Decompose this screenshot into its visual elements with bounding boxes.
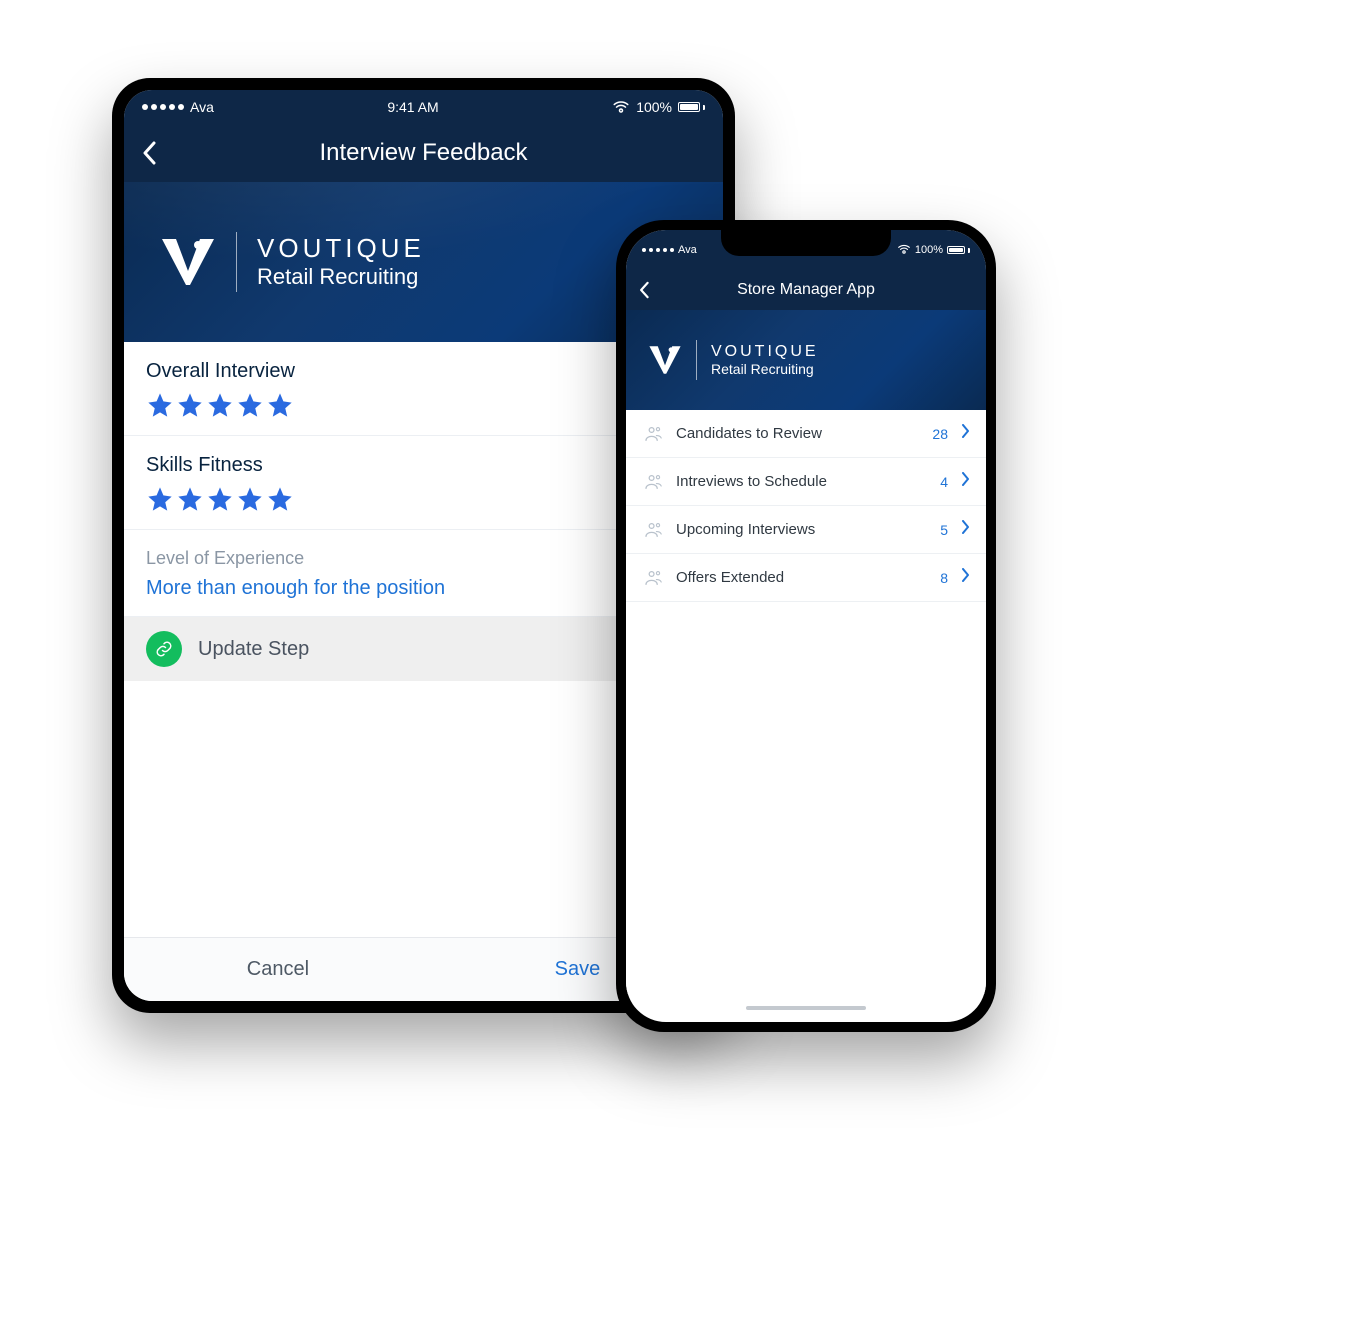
people-icon — [644, 522, 664, 538]
people-icon — [644, 474, 664, 490]
carrier-label: Ava — [678, 244, 697, 256]
cancel-button[interactable]: Cancel — [247, 958, 309, 981]
battery-level-label: 100% — [636, 99, 672, 115]
list-item-label: Upcoming Interviews — [676, 521, 928, 538]
back-button[interactable] — [140, 138, 158, 168]
star-icon — [206, 391, 234, 419]
brand-subtitle: Retail Recruiting — [711, 361, 819, 378]
star-icon — [146, 485, 174, 513]
list-item-count: 8 — [940, 570, 948, 586]
update-step-label: Update Step — [198, 638, 309, 661]
brand-name: VOUTIQUE — [257, 233, 425, 264]
people-icon — [644, 426, 664, 442]
phone-screen: Ava 9:41 AM 100% Store Manager App — [626, 230, 986, 1022]
list-item-count: 4 — [940, 474, 948, 490]
chevron-right-icon — [962, 424, 970, 443]
star-icon — [266, 391, 294, 419]
clock: 9:41 AM — [387, 99, 438, 115]
carrier-label: Ava — [190, 99, 214, 115]
phone-device: Ava 9:41 AM 100% Store Manager App — [616, 220, 996, 1032]
star-icon — [146, 391, 174, 419]
save-button[interactable]: Save — [555, 958, 601, 981]
star-icon — [176, 485, 204, 513]
brand-divider — [236, 232, 237, 292]
list-item-offers[interactable]: Offers Extended 8 — [626, 554, 986, 602]
star-icon — [266, 485, 294, 513]
list-content: Candidates to Review 28 Intreviews to Sc… — [626, 410, 986, 994]
brand-banner: VOUTIQUE Retail Recruiting — [626, 310, 986, 410]
status-bar: Ava 9:41 AM 100% — [124, 90, 723, 124]
signal-dots-icon — [142, 104, 184, 110]
list-item-upcoming[interactable]: Upcoming Interviews 5 — [626, 506, 986, 554]
nav-header: Store Manager App — [626, 270, 986, 310]
list-item-count: 5 — [940, 522, 948, 538]
wifi-icon — [612, 99, 630, 116]
list-item-candidates[interactable]: Candidates to Review 28 — [626, 410, 986, 458]
notch — [721, 230, 891, 256]
chevron-right-icon — [962, 568, 970, 587]
battery-icon — [947, 246, 970, 254]
wifi-icon — [897, 243, 911, 257]
list-item-count: 28 — [932, 426, 948, 442]
star-icon — [236, 485, 264, 513]
list-item-label: Intreviews to Schedule — [676, 473, 928, 490]
brand-name: VOUTIQUE — [711, 342, 819, 361]
star-icon — [176, 391, 204, 419]
page-title: Interview Feedback — [319, 139, 527, 167]
chevron-right-icon — [962, 472, 970, 491]
voutique-logo-icon — [648, 345, 682, 375]
link-icon — [146, 631, 182, 667]
chevron-right-icon — [962, 520, 970, 539]
brand-subtitle: Retail Recruiting — [257, 264, 425, 290]
list-item-schedule[interactable]: Intreviews to Schedule 4 — [626, 458, 986, 506]
list-item-label: Offers Extended — [676, 569, 928, 586]
page-title: Store Manager App — [737, 281, 875, 299]
battery-icon — [678, 102, 705, 112]
people-icon — [644, 570, 664, 586]
signal-dots-icon — [642, 248, 674, 252]
back-button[interactable] — [638, 280, 650, 300]
voutique-logo-icon — [160, 237, 216, 287]
star-icon — [236, 391, 264, 419]
battery-level-label: 100% — [915, 244, 943, 256]
nav-header: Interview Feedback — [124, 124, 723, 182]
list-item-label: Candidates to Review — [676, 425, 920, 442]
home-indicator[interactable] — [626, 994, 986, 1022]
brand-divider — [696, 340, 697, 380]
star-icon — [206, 485, 234, 513]
